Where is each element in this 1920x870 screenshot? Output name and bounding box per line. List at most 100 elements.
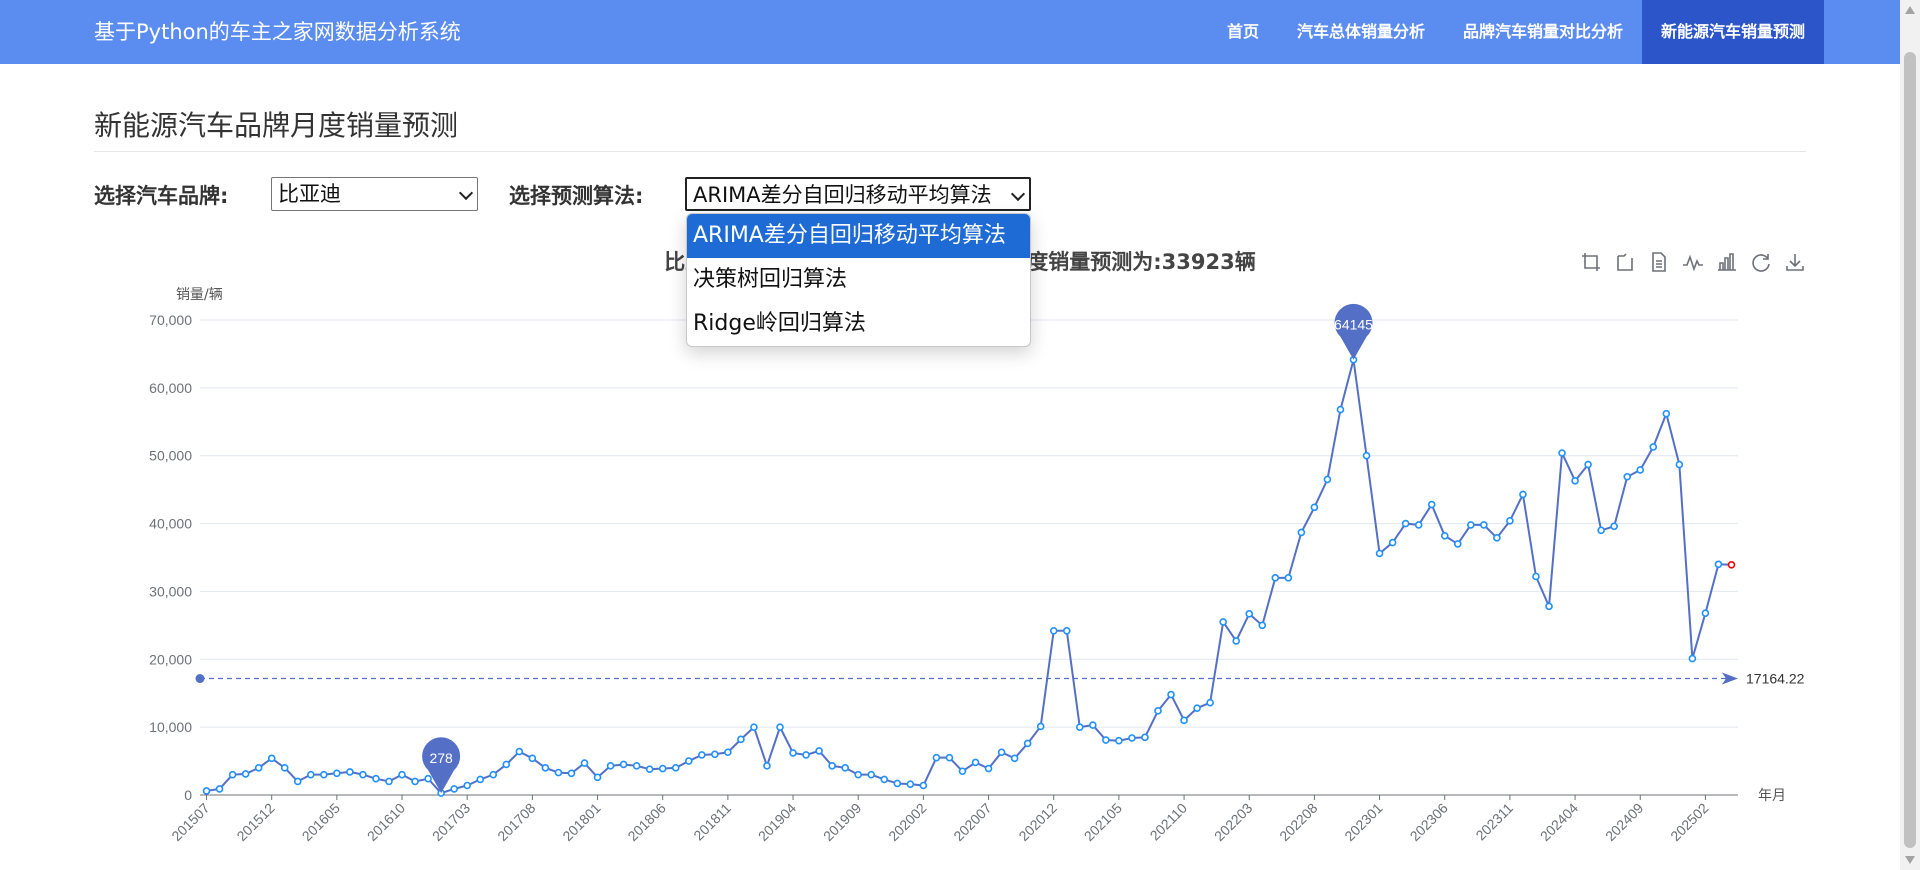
algorithm-option-decision-tree[interactable]: 决策树回归算法 bbox=[687, 258, 1030, 302]
data-point bbox=[1284, 574, 1293, 582]
data-point bbox=[932, 753, 941, 762]
data-point bbox=[1375, 549, 1384, 558]
data-point bbox=[1519, 490, 1527, 499]
data-point bbox=[854, 770, 863, 779]
data-point bbox=[306, 770, 315, 779]
data-point bbox=[671, 764, 680, 772]
data-point bbox=[997, 748, 1006, 757]
x-tick-label: 202311 bbox=[1472, 800, 1516, 844]
data-point bbox=[267, 754, 276, 763]
data-point bbox=[254, 764, 263, 772]
data-point bbox=[1310, 503, 1319, 512]
x-tick-label: 201708 bbox=[494, 800, 538, 844]
data-point bbox=[1102, 736, 1110, 744]
y-tick-label: 50,000 bbox=[149, 448, 192, 464]
x-tick-label: 201904 bbox=[755, 800, 799, 844]
data-point bbox=[1180, 716, 1188, 725]
data-point bbox=[1023, 739, 1032, 748]
data-point bbox=[841, 764, 849, 772]
data-point bbox=[215, 785, 224, 793]
data-point bbox=[320, 770, 328, 779]
data-point bbox=[463, 781, 471, 790]
data-point bbox=[593, 773, 602, 782]
data-point bbox=[1532, 572, 1540, 581]
data-point bbox=[1154, 707, 1162, 715]
data-point bbox=[359, 770, 367, 779]
y-tick-label: 70,000 bbox=[149, 312, 192, 328]
x-tick-label: 202301 bbox=[1341, 800, 1385, 844]
sales-series-line bbox=[206, 359, 1732, 795]
x-tick-label: 202002 bbox=[885, 800, 929, 844]
data-point bbox=[580, 759, 589, 767]
scroll-down-arrow-icon[interactable] bbox=[1905, 856, 1915, 864]
prediction-point bbox=[1727, 561, 1736, 569]
x-tick-label: 201512 bbox=[233, 800, 277, 844]
data-point bbox=[828, 762, 836, 770]
scroll-thumb[interactable] bbox=[1904, 52, 1916, 848]
data-point bbox=[1167, 690, 1175, 699]
data-point bbox=[1571, 477, 1579, 485]
data-point bbox=[606, 762, 615, 770]
min-value-label: 278 bbox=[429, 750, 453, 766]
data-point bbox=[1414, 521, 1423, 529]
x-tick-label: 201703 bbox=[429, 800, 473, 844]
data-point bbox=[645, 765, 654, 774]
data-point bbox=[1010, 754, 1019, 763]
data-point bbox=[1623, 472, 1632, 481]
x-tick-label: 202404 bbox=[1537, 800, 1581, 844]
data-point bbox=[346, 768, 354, 776]
data-point bbox=[1193, 704, 1201, 712]
x-tick-label: 201806 bbox=[624, 800, 668, 844]
data-point bbox=[815, 747, 823, 755]
data-point bbox=[724, 748, 732, 757]
data-point bbox=[567, 769, 576, 778]
sales-line-chart: 0 10,000 20,000 30,000 40,000 50,000 60,000 70,… bbox=[149, 303, 1805, 844]
data-point bbox=[1075, 723, 1084, 731]
data-point bbox=[632, 762, 641, 770]
data-point bbox=[1714, 560, 1723, 569]
data-point bbox=[280, 764, 289, 772]
scroll-up-arrow-icon[interactable] bbox=[1905, 6, 1915, 14]
algorithm-dropdown-list: ARIMA差分自回归移动平均算法 决策树回归算法 Ridge岭回归算法 bbox=[686, 213, 1031, 347]
page-scrollbar[interactable] bbox=[1900, 0, 1920, 870]
data-point bbox=[658, 764, 667, 773]
data-point bbox=[867, 770, 876, 779]
y-tick-label: 20,000 bbox=[149, 651, 192, 667]
data-point bbox=[1036, 722, 1045, 731]
algorithm-option-arima[interactable]: ARIMA差分自回归移动平均算法 bbox=[687, 214, 1030, 258]
data-point bbox=[1584, 460, 1592, 469]
average-line-start-point bbox=[195, 674, 205, 684]
y-tick-label: 30,000 bbox=[149, 583, 192, 599]
data-point bbox=[1427, 500, 1436, 509]
data-point bbox=[293, 777, 302, 786]
data-point bbox=[1297, 528, 1306, 537]
data-point bbox=[228, 770, 237, 779]
x-tick-label: 201811 bbox=[690, 800, 734, 844]
data-point bbox=[1545, 602, 1553, 611]
data-point bbox=[1401, 519, 1410, 528]
data-point bbox=[919, 781, 928, 790]
x-tick-label: 201507 bbox=[168, 800, 212, 844]
algorithm-option-ridge[interactable]: Ridge岭回归算法 bbox=[687, 302, 1030, 346]
data-point bbox=[737, 735, 745, 744]
data-point bbox=[1649, 443, 1658, 451]
data-point bbox=[1506, 517, 1514, 525]
average-line-label: 17164.22 bbox=[1746, 671, 1805, 687]
data-point bbox=[1049, 626, 1058, 635]
data-point bbox=[711, 750, 719, 759]
data-point bbox=[1701, 609, 1710, 617]
data-point bbox=[1453, 540, 1462, 548]
x-tick-label: 202110 bbox=[1147, 800, 1191, 844]
data-point bbox=[202, 787, 211, 795]
data-point bbox=[528, 754, 537, 763]
data-point bbox=[489, 770, 498, 779]
y-tick-label: 60,000 bbox=[149, 380, 192, 396]
data-point bbox=[1115, 736, 1123, 745]
data-point bbox=[1232, 637, 1240, 645]
x-tick-label: 201605 bbox=[299, 800, 343, 844]
data-point bbox=[1480, 521, 1488, 529]
data-point bbox=[789, 749, 797, 757]
x-tick-label: 202012 bbox=[1015, 800, 1059, 844]
data-point bbox=[893, 779, 902, 788]
x-tick-label: 202007 bbox=[950, 800, 994, 844]
